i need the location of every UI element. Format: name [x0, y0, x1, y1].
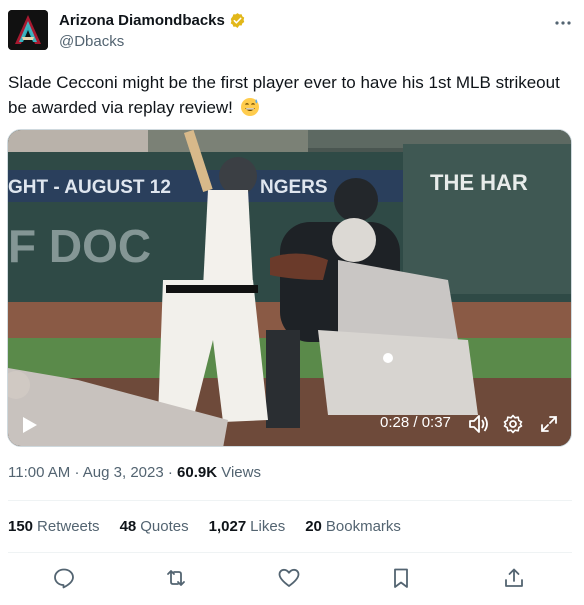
- video-time: 0:28 / 0:37: [380, 414, 451, 431]
- share-icon[interactable]: [502, 566, 526, 590]
- bookmark-icon[interactable]: [389, 566, 413, 590]
- tweet-stats: 150 Retweets 48 Quotes 1,027 Likes 20 Bookma…: [8, 518, 401, 535]
- tweet-header: Arizona Diamondbacks @Dbacks: [8, 10, 576, 52]
- quotes-label: Quotes: [140, 518, 189, 535]
- like-heart-icon[interactable]: [277, 566, 301, 590]
- tweet-text: Slade Cecconi might be the first player …: [8, 70, 574, 120]
- likes-count: 1,027: [208, 518, 247, 535]
- verified-badge-icon[interactable]: [229, 12, 246, 29]
- tweet-meta: 11:00 AM · Aug 3, 2023 · 60.9K Views: [8, 464, 261, 481]
- retweet-icon[interactable]: [164, 566, 188, 590]
- bookmarks-count: 20: [305, 518, 322, 535]
- views-label: Views: [221, 464, 261, 481]
- quotes-count: 48: [119, 518, 137, 535]
- sign-text: THE HAR: [430, 170, 528, 195]
- author-display-name[interactable]: Arizona Diamondbacks: [59, 12, 225, 29]
- grinning-sweat-emoji-icon: [240, 98, 259, 116]
- retweets-label: Retweets: [37, 518, 100, 535]
- divider: [8, 552, 572, 553]
- meta-separator: ·: [167, 464, 173, 481]
- divider: [8, 500, 572, 501]
- tweet-action-bar: [8, 562, 572, 594]
- banner-text-right: NGERS: [260, 177, 328, 198]
- volume-icon[interactable]: [468, 414, 490, 434]
- tweet-text-body: Slade Cecconi might be the first player …: [8, 73, 560, 117]
- settings-gear-icon[interactable]: [503, 414, 523, 434]
- tweet-time[interactable]: 11:00 AM: [8, 464, 70, 481]
- avatar[interactable]: [8, 10, 48, 50]
- wall-text: F DOC: [8, 220, 151, 272]
- fullscreen-icon[interactable]: [540, 415, 558, 433]
- banner-text-left: GHT - AUGUST 12: [8, 177, 171, 198]
- quotes-stat[interactable]: 48 Quotes: [120, 518, 189, 535]
- dbacks-logo-icon: [8, 10, 48, 50]
- tweet-date[interactable]: Aug 3, 2023: [83, 464, 164, 481]
- bookmarks-label: Bookmarks: [325, 518, 401, 535]
- meta-separator: ·: [74, 464, 80, 481]
- bookmarks-stat[interactable]: 20 Bookmarks: [305, 518, 401, 535]
- play-icon[interactable]: [22, 416, 38, 434]
- video-frame: GHT - AUGUST 12 NGERS F DOC THE HAR: [8, 130, 571, 446]
- likes-stat[interactable]: 1,027 Likes: [209, 518, 286, 535]
- likes-label: Likes: [250, 518, 286, 535]
- retweets-stat[interactable]: 150 Retweets: [8, 518, 100, 535]
- more-options-icon[interactable]: [552, 14, 574, 32]
- views-count: 60.9K: [177, 464, 218, 481]
- retweets-count: 150: [8, 518, 34, 535]
- reply-icon[interactable]: [52, 566, 76, 590]
- author-handle[interactable]: @Dbacks: [59, 33, 246, 50]
- video-player[interactable]: GHT - AUGUST 12 NGERS F DOC THE HAR 0:28…: [7, 129, 572, 447]
